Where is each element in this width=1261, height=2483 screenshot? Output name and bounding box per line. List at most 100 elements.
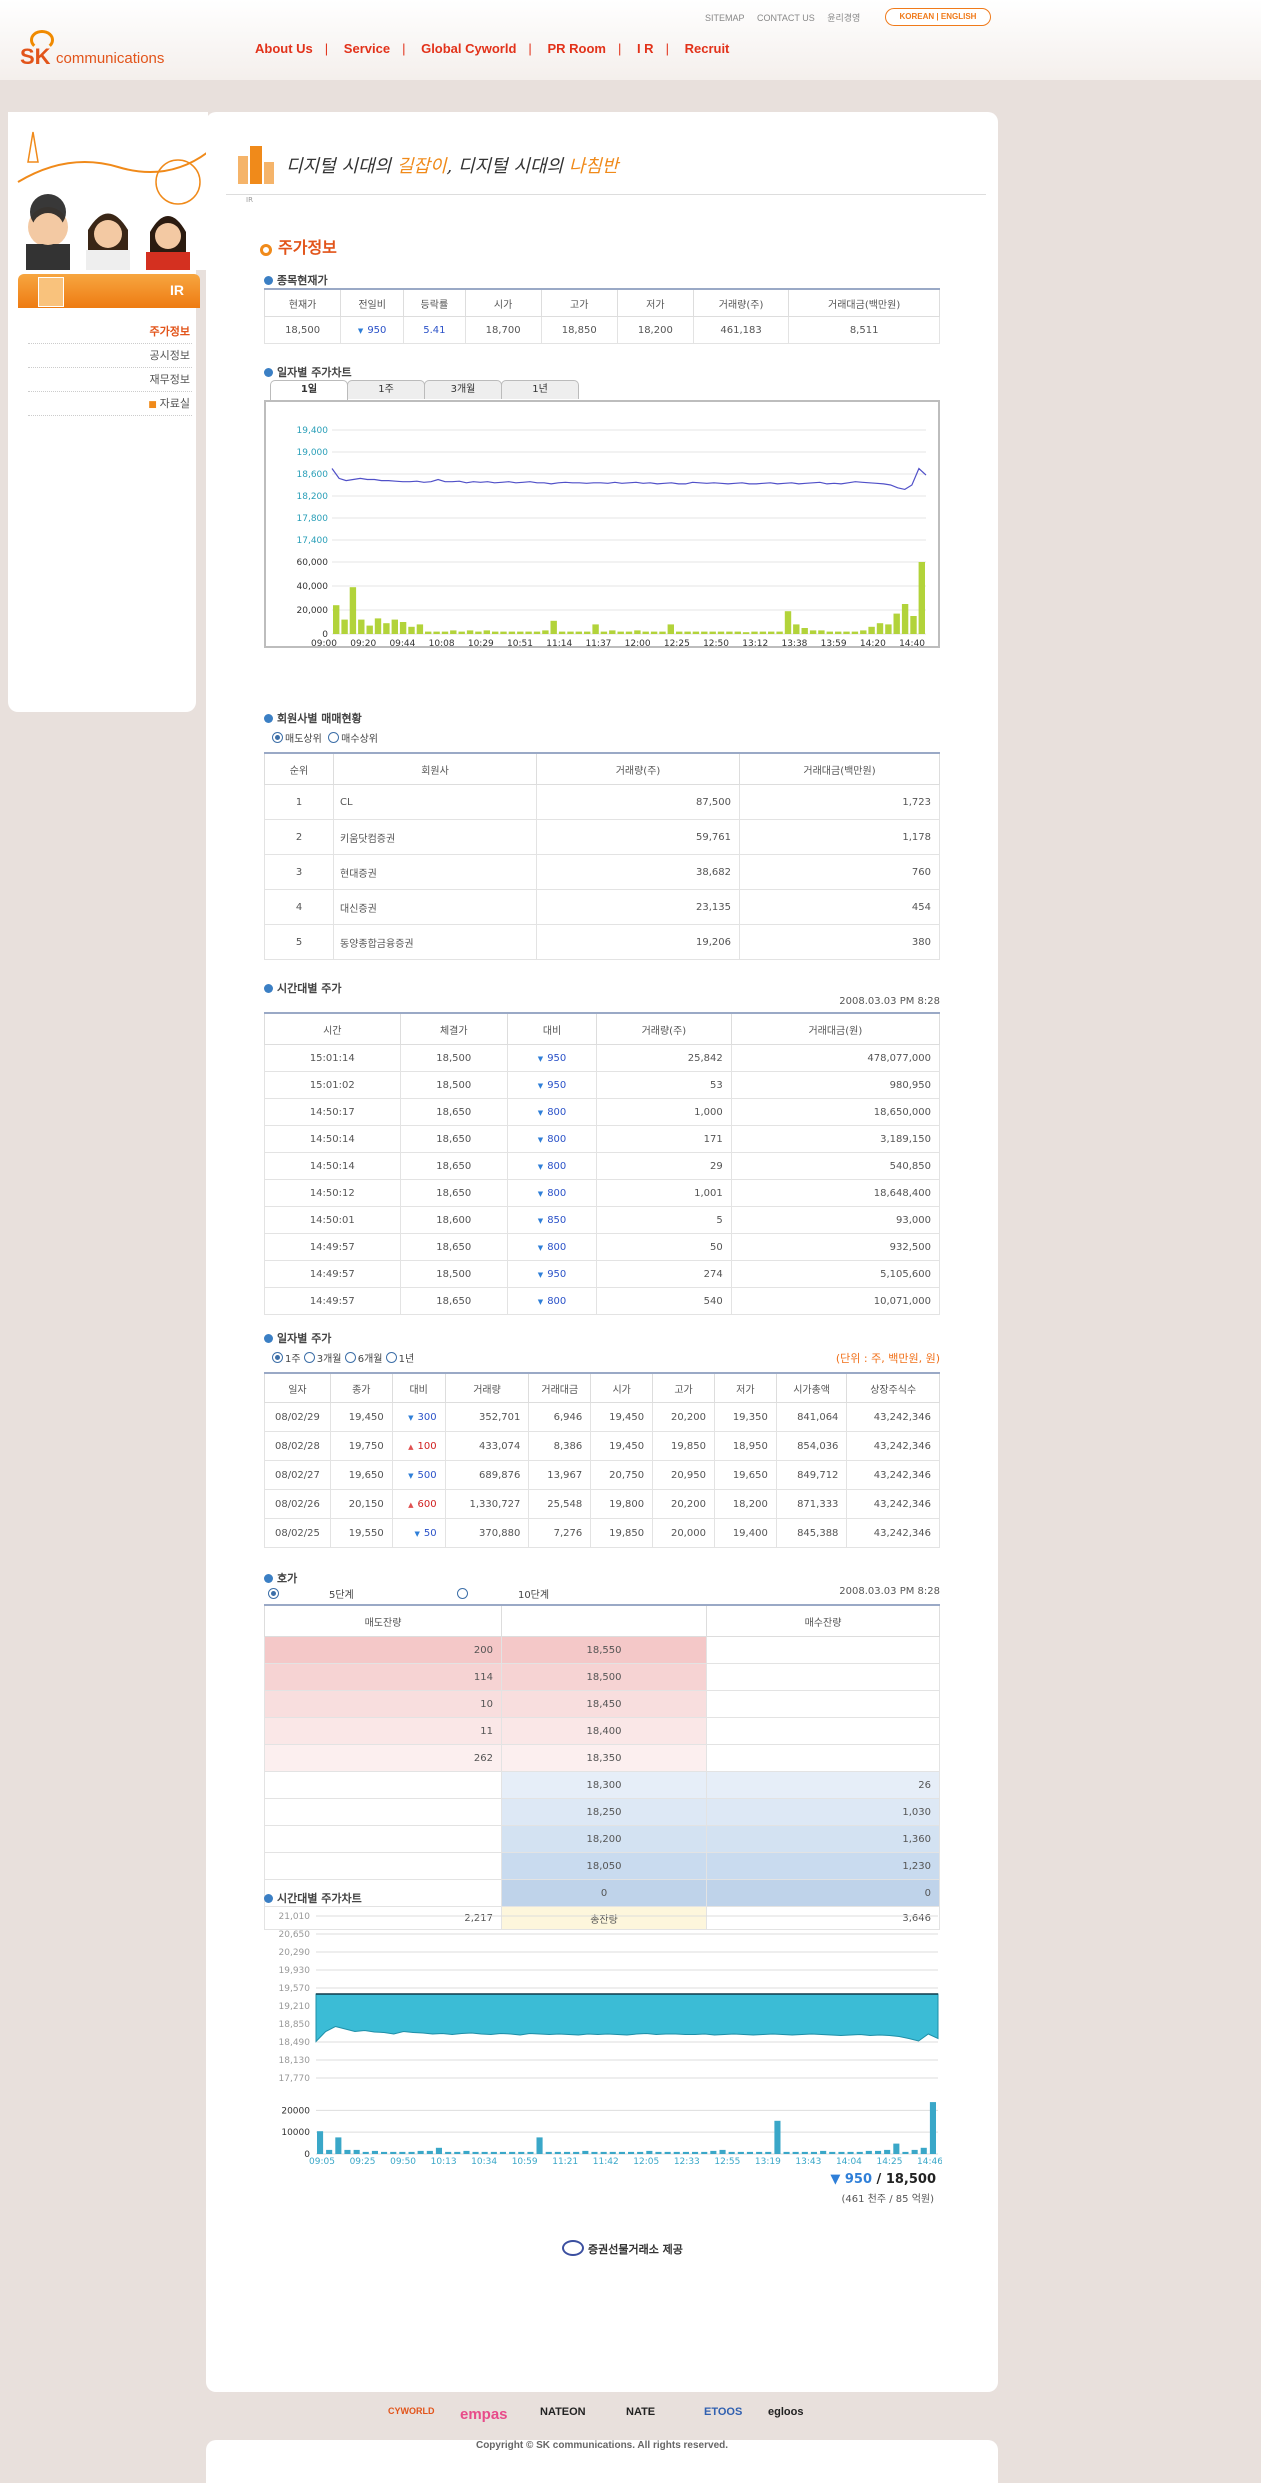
volume-bar bbox=[856, 2151, 863, 2154]
ethics-link[interactable]: 윤리경영 bbox=[827, 13, 860, 23]
volume-bar bbox=[851, 631, 859, 634]
table-cell: 7,276 bbox=[528, 1518, 592, 1548]
radio-sell-top[interactable]: 매도상위 bbox=[272, 732, 322, 745]
table-cell: 1,000 bbox=[596, 1098, 732, 1126]
contact-link[interactable]: CONTACT US bbox=[757, 13, 815, 23]
sidebar-item-archive[interactable]: ■ 자료실 bbox=[28, 392, 192, 416]
table-row: 08/02/2819,750100433,0748,38619,45019,85… bbox=[264, 1431, 940, 1461]
sidebar-item-stock[interactable]: 주가정보 bbox=[28, 320, 192, 344]
cyworld-logo[interactable]: CYWORLD bbox=[388, 2406, 435, 2416]
col-header: 대비 bbox=[391, 1372, 446, 1403]
volume-bar bbox=[659, 631, 666, 634]
copyright: Copyright © SK communications. All right… bbox=[206, 2440, 998, 2483]
table-cell: 50 bbox=[391, 1518, 446, 1548]
volume-bar bbox=[399, 622, 407, 634]
volume-bar bbox=[458, 631, 465, 634]
table-cell: 43,242,346 bbox=[846, 1489, 940, 1519]
sitemap-link[interactable]: SITEMAP bbox=[705, 13, 745, 23]
nav-global-cyworld[interactable]: Global Cyworld bbox=[421, 41, 516, 56]
sk-logo[interactable]: SK communications bbox=[18, 30, 188, 72]
volume-bar bbox=[734, 631, 741, 634]
buy-price: 18,200 bbox=[501, 1825, 707, 1853]
table-cell: 25,842 bbox=[596, 1044, 732, 1072]
nav-ir[interactable]: I R bbox=[637, 41, 654, 56]
hoga-buy-row: 18,200 1,360 bbox=[264, 1825, 940, 1853]
table-cell: 3,189,150 bbox=[730, 1125, 941, 1153]
table-cell: 18,650 bbox=[399, 1125, 509, 1153]
table-row: 1 CL 87,500 1,723 bbox=[264, 784, 940, 820]
page-banner: 디지털 시대의 길잡이, 디지털 시대의 나침반 IR bbox=[226, 132, 986, 204]
nav-recruit[interactable]: Recruit bbox=[685, 41, 730, 56]
volume-bar bbox=[876, 623, 884, 634]
table-cell: 760 bbox=[739, 854, 940, 890]
radio-6months[interactable]: 6개월 bbox=[344, 1352, 382, 1365]
volume-bar bbox=[483, 630, 490, 634]
nateon-logo[interactable]: NATEON bbox=[540, 2406, 586, 2418]
radio-1year[interactable]: 1년 bbox=[385, 1352, 414, 1365]
sidebar-item-finance[interactable]: 재무정보 bbox=[28, 368, 192, 392]
tab-1year[interactable]: 1년 bbox=[501, 380, 579, 399]
volume-bar bbox=[692, 2151, 699, 2154]
volume-bar bbox=[765, 2151, 772, 2154]
nav-about[interactable]: About Us bbox=[255, 41, 313, 56]
empas-logo[interactable]: empas bbox=[460, 2406, 508, 2423]
col-header: 상장주식수 bbox=[846, 1372, 940, 1403]
table-cell: 600 bbox=[391, 1489, 446, 1519]
volume-bar bbox=[545, 2151, 552, 2154]
building-icon bbox=[38, 277, 64, 307]
bullet-icon bbox=[264, 1334, 273, 1343]
hoga-sell-row: 11 18,400 bbox=[264, 1717, 940, 1745]
buy-quantity: 0 bbox=[706, 1879, 940, 1907]
table-cell: 5 bbox=[264, 924, 334, 960]
x-tick-label: 12:55 bbox=[714, 2157, 740, 2167]
nav-pr-room[interactable]: PR Room bbox=[547, 41, 606, 56]
volume-bar bbox=[793, 624, 800, 634]
sell-price: 18,400 bbox=[501, 1717, 707, 1745]
table-cell: 키움닷컴증권 bbox=[333, 819, 537, 855]
table-row: 14:49:5718,65080054010,071,000 bbox=[264, 1287, 941, 1315]
x-tick-label: 12:33 bbox=[674, 2157, 700, 2167]
volume-bar bbox=[567, 631, 574, 634]
y-tick-label: 20000 bbox=[281, 2106, 310, 2116]
volume-bar bbox=[381, 2151, 388, 2154]
bullet-icon bbox=[264, 276, 273, 285]
daily-heading: 일자별 주가 bbox=[264, 1330, 331, 1346]
volume-bar bbox=[701, 2151, 708, 2154]
radio-10levels[interactable]: 10단계 bbox=[456, 1588, 549, 1601]
tab-3months[interactable]: 3개월 bbox=[424, 380, 502, 399]
volume-bar bbox=[609, 2151, 616, 2154]
nav-service[interactable]: Service bbox=[344, 41, 390, 56]
egloos-logo[interactable]: egloos bbox=[768, 2406, 803, 2418]
radio-1week[interactable]: 1주 bbox=[272, 1352, 301, 1365]
radio-3months[interactable]: 3개월 bbox=[303, 1352, 342, 1365]
col-header: 매수잔량 bbox=[706, 1604, 940, 1637]
nate-logo[interactable]: NATE bbox=[626, 2406, 655, 2418]
volume-bar bbox=[435, 2147, 442, 2154]
intraday-summary: ▼ 950 / 18,500 bbox=[706, 2172, 936, 2187]
logo-sk: SK bbox=[20, 44, 51, 69]
volume-bar bbox=[746, 2151, 753, 2154]
down-triangle-icon: ▼ bbox=[830, 2172, 841, 2187]
language-toggle[interactable]: KOREAN | ENGLISH bbox=[885, 8, 991, 26]
volume-bar bbox=[918, 562, 925, 634]
x-tick-label: 10:13 bbox=[431, 2157, 457, 2167]
daily-chart-heading: 일자별 주가차트 bbox=[264, 364, 352, 380]
col-header: 종가 bbox=[329, 1372, 393, 1403]
volume-bar bbox=[333, 605, 340, 634]
tab-1week[interactable]: 1주 bbox=[347, 380, 425, 399]
radio-5levels[interactable]: 5단계 bbox=[268, 1588, 354, 1601]
table-cell: 13,967 bbox=[528, 1460, 592, 1490]
table-cell: 19,450 bbox=[329, 1402, 393, 1432]
sell-quantity bbox=[264, 1825, 502, 1853]
etoos-logo[interactable]: ETOOS bbox=[704, 2406, 742, 2418]
radio-buy-top[interactable]: 매수상위 bbox=[328, 732, 378, 745]
sell-price: 18,450 bbox=[501, 1690, 707, 1718]
table-cell: 14:50:14 bbox=[264, 1125, 401, 1153]
table-cell: 18,850 bbox=[540, 316, 618, 344]
sidebar-item-disclosure[interactable]: 공시정보 bbox=[28, 344, 192, 368]
timely-title: 시간대별 주가 bbox=[277, 982, 342, 995]
bullet-icon bbox=[264, 368, 273, 377]
table-row: 08/02/2519,55050370,8807,27619,85020,000… bbox=[264, 1518, 940, 1548]
tab-1day[interactable]: 1일 bbox=[270, 380, 348, 401]
table-cell: 20,200 bbox=[652, 1489, 715, 1519]
